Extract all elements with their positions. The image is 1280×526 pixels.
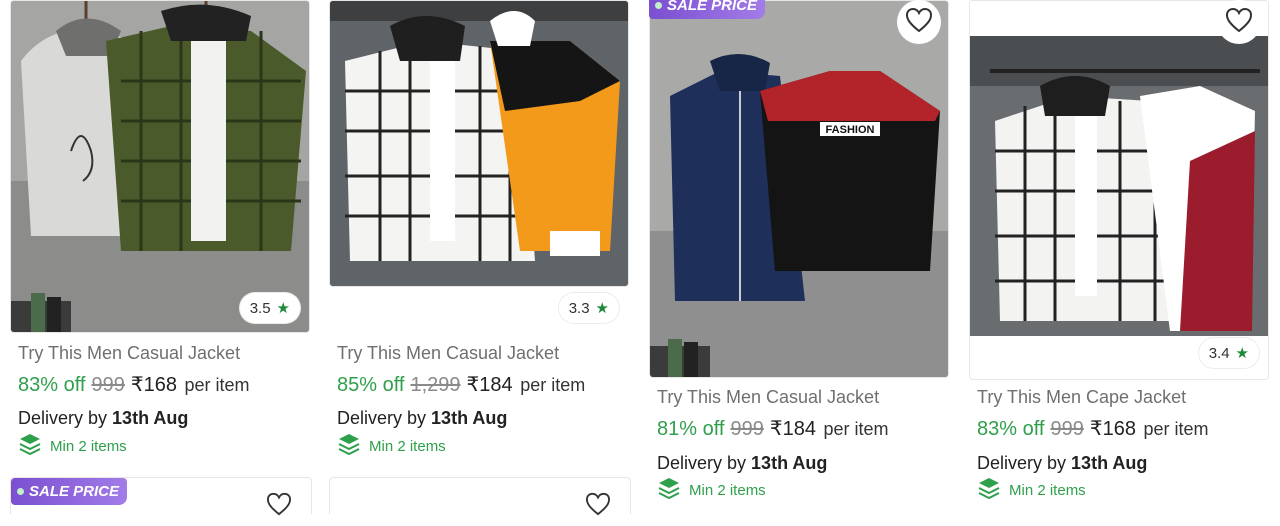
- product-image[interactable]: [329, 0, 629, 287]
- per-item-label: per item: [1143, 419, 1209, 439]
- min-items-label: Min 2 items: [1009, 481, 1086, 499]
- sale-price-badge: SALE PRICE: [649, 0, 766, 19]
- wishlist-button[interactable]: [897, 0, 941, 44]
- min-items-info: Min 2 items: [18, 432, 127, 460]
- heart-icon: [585, 492, 611, 521]
- product-image[interactable]: [10, 0, 310, 333]
- price-row: 85% off 1,299 ₹184 per item: [337, 372, 585, 397]
- wishlist-button[interactable]: [1217, 0, 1261, 44]
- original-price: 999: [91, 374, 125, 396]
- delivery-label: Delivery by: [657, 453, 747, 473]
- product-image[interactable]: [969, 0, 1269, 380]
- rating-badge: 3.3 ★: [558, 293, 619, 323]
- delivery-info: Delivery by 13th Aug: [657, 453, 827, 474]
- product-image[interactable]: FASHION: [649, 0, 949, 378]
- delivery-date: 13th Aug: [431, 408, 508, 428]
- tshirt-print-text: FASHION: [826, 124, 875, 136]
- min-items-info: Min 2 items: [977, 476, 1086, 504]
- min-items-info: Min 2 items: [657, 476, 766, 504]
- sale-dot-icon: [17, 488, 24, 495]
- sale-price: ₹168: [130, 374, 177, 396]
- delivery-info: Delivery by 13th Aug: [977, 453, 1147, 474]
- original-price: 999: [1050, 418, 1084, 440]
- min-items-label: Min 2 items: [50, 437, 127, 455]
- discount-text: 83% off: [977, 418, 1045, 440]
- heart-icon: [905, 7, 933, 38]
- rating-value: 3.3: [568, 299, 590, 317]
- rating-value: 3.4: [1208, 344, 1230, 362]
- product-card-next[interactable]: SALE PRICE: [10, 477, 312, 526]
- delivery-label: Delivery by: [337, 408, 427, 428]
- rating-badge: 3.4 ★: [1198, 338, 1259, 368]
- wishlist-button[interactable]: [259, 486, 299, 526]
- product-title[interactable]: Try This Men Cape Jacket: [977, 387, 1186, 408]
- price-row: 81% off 999 ₹184 per item: [657, 416, 889, 441]
- min-items-info: Min 2 items: [337, 432, 446, 460]
- sale-price: ₹168: [1089, 418, 1136, 440]
- sale-dot-icon: [655, 2, 662, 9]
- product-title[interactable]: Try This Men Casual Jacket: [337, 343, 559, 364]
- heart-icon: [266, 492, 292, 521]
- star-icon: ★: [595, 299, 609, 317]
- delivery-label: Delivery by: [18, 408, 108, 428]
- delivery-date: 13th Aug: [751, 453, 828, 473]
- original-price: 1,299: [410, 374, 461, 396]
- delivery-date: 13th Aug: [1071, 453, 1148, 473]
- per-item-label: per item: [520, 375, 586, 395]
- star-icon: ★: [1235, 344, 1249, 362]
- product-title[interactable]: Try This Men Casual Jacket: [18, 343, 240, 364]
- original-price: 999: [730, 418, 764, 440]
- discount-text: 85% off: [337, 374, 405, 396]
- wishlist-button[interactable]: [578, 486, 618, 526]
- delivery-info: Delivery by 13th Aug: [18, 408, 188, 429]
- rating-badge: 3.5 ★: [239, 293, 300, 323]
- min-items-label: Min 2 items: [689, 481, 766, 499]
- sale-badge-label: SALE PRICE: [29, 483, 120, 500]
- stack-icon: [18, 432, 42, 460]
- per-item-label: per item: [823, 419, 889, 439]
- sale-badge-label: SALE PRICE: [667, 0, 758, 14]
- stack-icon: [337, 432, 361, 460]
- discount-text: 81% off: [657, 418, 725, 440]
- price-row: 83% off 999 ₹168 per item: [18, 372, 250, 397]
- delivery-info: Delivery by 13th Aug: [337, 408, 507, 429]
- rating-value: 3.5: [249, 299, 271, 317]
- discount-text: 83% off: [18, 374, 86, 396]
- sale-price: ₹184: [769, 418, 816, 440]
- delivery-label: Delivery by: [977, 453, 1067, 473]
- min-items-label: Min 2 items: [369, 437, 446, 455]
- sale-price-badge: SALE PRICE: [11, 478, 128, 505]
- stack-icon: [657, 476, 681, 504]
- per-item-label: per item: [184, 375, 250, 395]
- stack-icon: [977, 476, 1001, 504]
- delivery-date: 13th Aug: [112, 408, 189, 428]
- sale-price: ₹184: [466, 374, 513, 396]
- star-icon: ★: [276, 299, 290, 317]
- heart-icon: [1225, 7, 1253, 38]
- product-card-next[interactable]: [329, 477, 631, 526]
- product-title[interactable]: Try This Men Casual Jacket: [657, 387, 879, 408]
- price-row: 83% off 999 ₹168 per item: [977, 416, 1209, 441]
